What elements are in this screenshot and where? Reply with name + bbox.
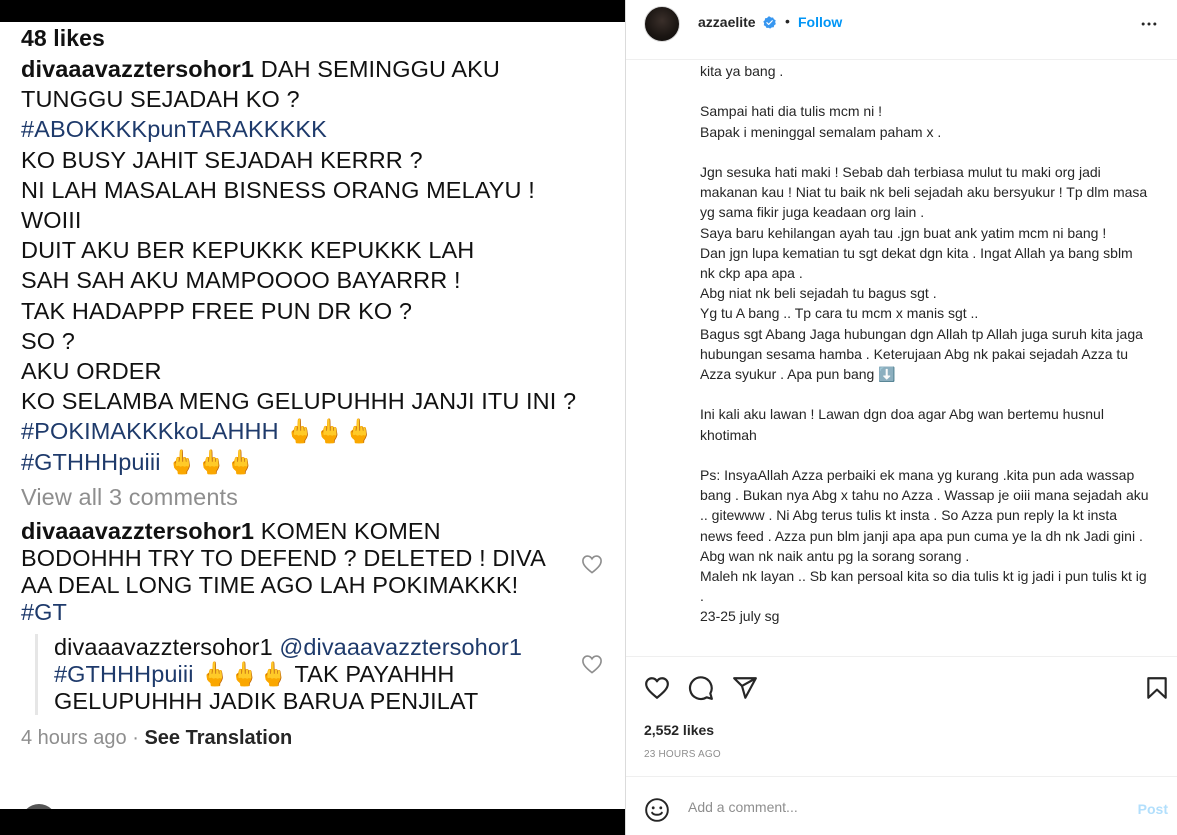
screenshot-caption: divaaavazztersohor1 DAH SEMINGGU AKU TUN… <box>21 54 625 477</box>
heart-icon[interactable] <box>644 675 670 701</box>
more-icon[interactable] <box>1138 14 1160 34</box>
caption-line: NI LAH MASALAH BISNESS ORANG MELAYU ! <box>21 176 535 203</box>
post-sidebar: azzaelite • Follow kita ya bang . Sampai… <box>625 0 1177 835</box>
reply-hashtag: #GTHHHpuiii <box>54 661 194 688</box>
comment-username: divaaavazztersohor1 <box>21 518 255 545</box>
separator-dot: • <box>785 13 790 29</box>
meta-separator: · <box>132 727 139 750</box>
caption-line: KO SELAMBA MENG GELUPUHHH JANJI ITU INI … <box>21 388 577 415</box>
action-bar: 2,552 likes 23 HOURS AGO <box>626 656 1177 776</box>
emoji-icon[interactable] <box>644 797 670 823</box>
caption-line: AKU ORDER <box>21 358 162 385</box>
verified-badge-icon <box>763 16 776 29</box>
caption-line: KO BUSY JAHIT SEJADAH KERRR ? <box>21 146 423 173</box>
caption-line: SO ? <box>21 327 75 354</box>
heart-icon <box>582 555 602 574</box>
view-all-comments: View all 3 comments <box>21 483 238 510</box>
caption-emoji: 🖕🖕🖕 <box>285 418 374 445</box>
screenshot-likes: 48 likes <box>21 25 105 51</box>
reply-emoji: 🖕🖕🖕 <box>200 661 289 688</box>
caption-hashtag: #GTHHHpuiii <box>21 448 161 475</box>
caption-line: DUIT AKU BER KEPUKKK KEPUKKK LAH <box>21 237 475 264</box>
post-username[interactable]: azzaelite <box>698 14 756 30</box>
comment-time: 4 hours ago <box>21 727 127 750</box>
caption-line: TUNGGU SEJADAH KO ? <box>21 86 300 113</box>
comment-input[interactable] <box>688 799 1068 815</box>
follow-button[interactable]: Follow <box>798 14 842 30</box>
caption-line: SAH SAH AKU MAMPOOOO BAYARRR ! <box>21 267 461 294</box>
bookmark-icon[interactable] <box>1144 675 1170 701</box>
caption-line: DAH SEMINGGU AKU <box>260 56 500 82</box>
caption-emoji: 🖕🖕🖕 <box>167 448 256 475</box>
caption-hashtag: #POKIMAKKKkoLAHHH <box>21 418 279 445</box>
see-translation: See Translation <box>144 727 293 750</box>
caption-scroll-area[interactable]: kita ya bang . Sampai hati dia tulis mcm… <box>626 60 1177 656</box>
comment-icon[interactable] <box>688 675 714 701</box>
comment-hashtag: #GT <box>21 599 68 626</box>
screenshot-meta: 4 hours ago · See Translation <box>21 727 625 750</box>
caption-hashtag: #ABOKKKKpunTARAKKKKK <box>21 116 327 143</box>
screenshot-image: 48 likes divaaavazztersohor1 DAH SEMINGG… <box>0 22 625 809</box>
post-caption: kita ya bang . Sampai hati dia tulis mcm… <box>700 63 1149 625</box>
screenshot-comment: divaaavazztersohor1 KOMEN KOMEN BODOHHH … <box>21 518 625 626</box>
caption-fade <box>626 648 1177 656</box>
heart-icon <box>582 655 602 674</box>
avatar[interactable] <box>644 6 680 42</box>
avatar <box>21 804 57 809</box>
reply-username: divaaavazztersohor1 <box>54 634 273 661</box>
comment-bar: Post <box>626 776 1177 835</box>
post-comment-button[interactable]: Post <box>1138 801 1168 817</box>
post-header: azzaelite • Follow <box>626 0 1177 60</box>
caption-username: divaaavazztersohor1 <box>21 56 255 82</box>
caption-line: TAK HADAPPP FREE PUN DR KO ? <box>21 297 413 324</box>
post-photo: 48 likes divaaavazztersohor1 DAH SEMINGG… <box>0 0 625 835</box>
likes-count[interactable]: 2,552 likes <box>644 722 714 738</box>
share-icon[interactable] <box>732 675 758 701</box>
screenshot-reply: divaaavazztersohor1 @divaaavazztersohor1… <box>35 634 625 716</box>
post-time[interactable]: 23 HOURS AGO <box>644 749 721 760</box>
reply-mention: @divaaavazztersohor1 <box>279 634 523 661</box>
caption-line: WOIII <box>21 207 82 234</box>
